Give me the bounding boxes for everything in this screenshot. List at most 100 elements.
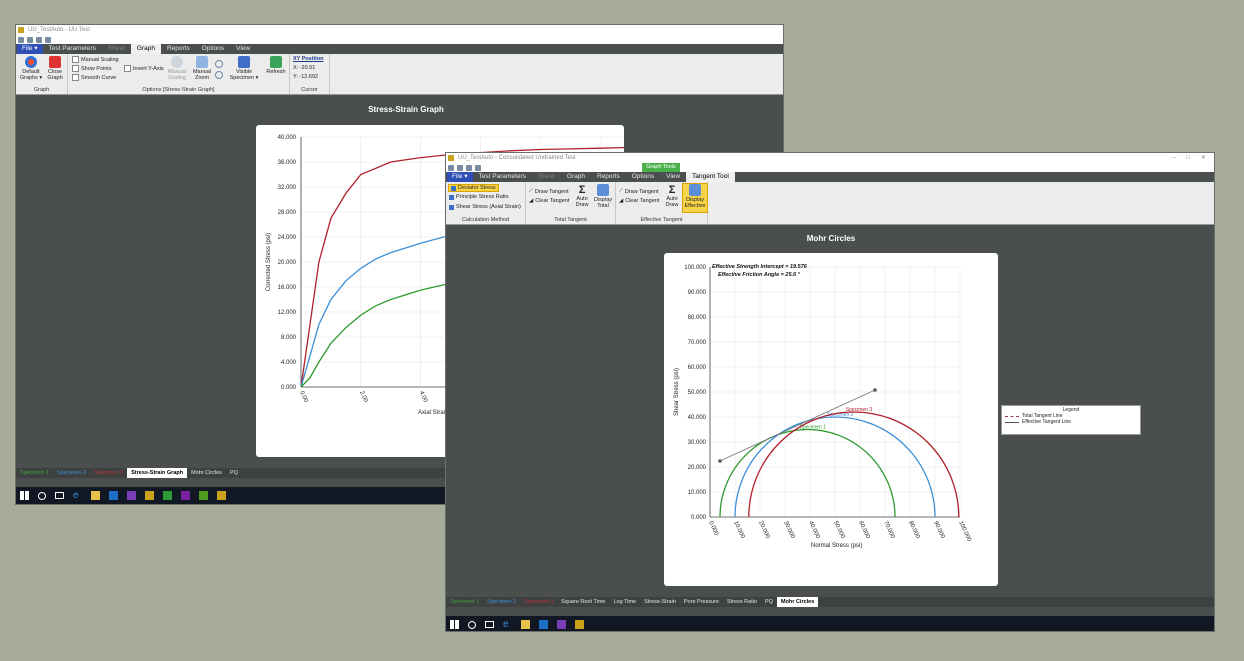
file-explorer-icon[interactable]	[521, 620, 530, 629]
close-graph-button[interactable]: Close Graph	[44, 56, 66, 81]
x-tick-label: 10.000	[732, 520, 745, 540]
menu-test-parameters[interactable]: Test Parameters	[43, 44, 102, 54]
clear-tangent-effective-button[interactable]: ◢ Clear Tangent	[619, 198, 659, 204]
app-icon-4[interactable]	[199, 491, 208, 500]
x-tick-label: 20.000	[757, 520, 770, 540]
default-graphs-button[interactable]: Default Graphs ▾	[18, 56, 44, 81]
task-view-icon[interactable]	[485, 621, 494, 628]
menu-view[interactable]: View	[660, 172, 686, 182]
manual-zoom-button[interactable]: Manual Zoom	[190, 56, 214, 81]
zoom-small-buttons[interactable]	[215, 60, 223, 79]
zoom-out-icon[interactable]	[215, 71, 223, 79]
tab-specimen-3[interactable]: Specimen 3	[90, 468, 127, 478]
app-icon-2[interactable]	[163, 491, 172, 500]
clear-tangent-button[interactable]: ◢ Clear Tangent	[529, 198, 569, 204]
file-explorer-icon[interactable]	[91, 491, 100, 500]
tab-pore-pressure[interactable]: Pore Pressure	[680, 597, 723, 607]
tab-pq[interactable]: PQ	[226, 468, 242, 478]
tab-stress-ratio[interactable]: Stress Ratio	[723, 597, 761, 607]
principal-stress-option[interactable]: Principle Stress Ratio	[449, 194, 509, 200]
show-points-checkbox[interactable]: Show Points	[72, 65, 112, 72]
display-effective-button[interactable]: Display Effective	[682, 183, 708, 213]
open-icon[interactable]	[27, 36, 33, 43]
tab-pq[interactable]: PQ	[761, 597, 777, 607]
visual-studio-icon[interactable]	[127, 491, 136, 500]
menu-test-parameters[interactable]: Test Parameters	[473, 172, 532, 182]
tab-log-time[interactable]: Log Time	[609, 597, 640, 607]
visible-specimen-button[interactable]: Visible Specimen ▾	[226, 56, 262, 81]
search-icon[interactable]	[468, 620, 476, 629]
legend-swatch-effective	[1005, 421, 1019, 423]
app-icon-1[interactable]	[575, 620, 584, 629]
close-icon[interactable]: ✕	[1201, 153, 1206, 163]
maximize-icon[interactable]: □	[1186, 153, 1190, 163]
menu-tangent-tool[interactable]: Tangent Tool	[686, 172, 735, 182]
mohr-circles-chart: 0.000 10.000 20.000 30.000 40.000 50.000 60.00…	[674, 264, 972, 549]
menu-reports[interactable]: Reports	[591, 172, 626, 182]
tab-stress-strain[interactable]: Stress-Strain	[640, 597, 680, 607]
taskbar: e	[446, 616, 1214, 631]
save-icon[interactable]	[36, 36, 42, 43]
print-icon[interactable]	[475, 164, 481, 171]
tab-specimen-1[interactable]: Specimen 1	[16, 468, 53, 478]
minimize-icon[interactable]: –	[1173, 153, 1176, 163]
draw-line-icon: ⟋	[529, 188, 533, 194]
checkbox-box	[72, 56, 79, 63]
auto-draw-button[interactable]: Σ Auto Draw	[574, 184, 590, 208]
tab-specimen-1[interactable]: Specimen 1	[446, 597, 483, 607]
y-tick-label: 12.000	[278, 310, 297, 316]
windows-start-icon[interactable]	[450, 620, 459, 629]
checkbox-box	[72, 65, 79, 72]
file-menu[interactable]: File ▾	[447, 172, 473, 182]
new-icon[interactable]	[448, 164, 454, 171]
tab-mohr-circles[interactable]: Mohr Circles	[776, 597, 819, 607]
app-icon-3[interactable]	[181, 491, 190, 500]
draw-tangent-effective-button[interactable]: ⟋ Draw Tangent	[619, 188, 659, 195]
y-tick-label: 40.000	[278, 135, 297, 141]
tab-specimen-2[interactable]: Specimen 2	[53, 468, 90, 478]
tab-stress-strain-graph[interactable]: Stress-Strain Graph	[127, 468, 188, 478]
edge-browser-icon[interactable]: e	[73, 491, 82, 501]
menu-options[interactable]: Options	[626, 172, 660, 182]
windows-start-icon[interactable]	[20, 491, 29, 500]
menu-sheet[interactable]: Sheet	[102, 44, 131, 54]
edge-browser-icon[interactable]: e	[503, 620, 512, 630]
tab-square-root-time[interactable]: Square Root Time	[557, 597, 609, 607]
window-mohr-circles: UU_TestAuto - Consolidated Undrained Tes…	[445, 152, 1215, 632]
search-icon[interactable]	[38, 491, 46, 500]
deviator-stress-option[interactable]: Deviator Stress	[448, 184, 499, 192]
tab-specimen-2[interactable]: Specimen 2	[483, 597, 520, 607]
auto-draw-effective-button[interactable]: Σ Auto Draw	[664, 184, 680, 208]
outlook-icon[interactable]	[109, 491, 118, 500]
tab-specimen-3[interactable]: Specimen 3	[520, 597, 557, 607]
app-icon-5[interactable]	[217, 491, 226, 500]
refresh-button[interactable]: Refresh	[264, 56, 288, 75]
group-caption-total: Total Tangent	[554, 217, 587, 223]
chart-legend: Legend Total Tangent Line Effective Tang…	[1001, 405, 1141, 435]
file-menu[interactable]: File ▾	[17, 44, 43, 54]
menu-graph[interactable]: Graph	[130, 44, 161, 54]
draw-tangent-button[interactable]: ⟋ Draw Tangent	[529, 188, 569, 195]
menu-options[interactable]: Options	[196, 44, 230, 54]
app-icon-1[interactable]	[145, 491, 154, 500]
shear-stress-option[interactable]: Shear Stress (Axial Strain)	[449, 204, 521, 210]
zoom-in-icon[interactable]	[215, 60, 223, 68]
new-icon[interactable]	[18, 36, 24, 43]
menu-sheet[interactable]: Sheet	[532, 172, 561, 182]
task-view-icon[interactable]	[55, 492, 64, 499]
outlook-icon[interactable]	[539, 620, 548, 629]
invert-y-axis-checkbox[interactable]: Invert Y-Axis	[124, 65, 164, 72]
manual-scaling-button[interactable]: Manual Scaling	[164, 56, 190, 81]
tab-mohr-circles[interactable]: Mohr Circles	[187, 468, 226, 478]
manual-scaling-checkbox[interactable]: Manual Scaling	[72, 56, 119, 63]
display-total-button[interactable]: Display Total	[592, 184, 614, 209]
y-tick-label: 36.000	[278, 160, 297, 166]
menu-graph[interactable]: Graph	[561, 172, 591, 182]
print-icon[interactable]	[45, 36, 51, 43]
menu-view[interactable]: View	[230, 44, 256, 54]
smooth-curve-checkbox[interactable]: Smooth Curve	[72, 74, 116, 81]
menu-reports[interactable]: Reports	[161, 44, 196, 54]
open-icon[interactable]	[457, 164, 463, 171]
save-icon[interactable]	[466, 164, 472, 171]
visual-studio-icon[interactable]	[557, 620, 566, 629]
